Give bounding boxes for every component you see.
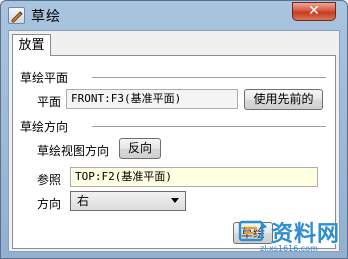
close-icon[interactable]: ✕ bbox=[308, 3, 320, 19]
sketch-orientation-divider bbox=[92, 126, 326, 127]
close-button[interactable]: ✕ bbox=[292, 2, 336, 21]
watermark-logo bbox=[238, 220, 267, 242]
orientation-label: 方向 bbox=[37, 197, 62, 211]
sketch-view-direction-label: 草绘视图方向 bbox=[37, 144, 110, 158]
watermark: 资料网 zl.xs1616.com bbox=[236, 214, 348, 259]
plane-label: 平面 bbox=[37, 95, 62, 109]
sketch-orientation-heading: 草绘方向 bbox=[20, 120, 69, 134]
tab-placement[interactable]: 放置 bbox=[12, 34, 51, 56]
orientation-dropdown[interactable]: 右 bbox=[70, 191, 186, 211]
sketch-app-icon bbox=[8, 7, 25, 24]
plane-reference-field[interactable]: FRONT:F3(基准平面) bbox=[66, 89, 238, 109]
reference-label: 参照 bbox=[37, 173, 62, 187]
sketch-plane-divider bbox=[92, 77, 326, 78]
use-previous-button[interactable]: 使用先前的 bbox=[244, 89, 323, 110]
chevron-down-icon bbox=[171, 198, 179, 203]
watermark-url: zl.xs1616.com bbox=[260, 244, 318, 253]
sketch-plane-heading: 草绘平面 bbox=[20, 71, 69, 85]
orientation-selected-value: 右 bbox=[77, 194, 90, 208]
reference-field[interactable]: TOP:F2(基准平面) bbox=[70, 167, 318, 187]
window-title: 草绘 bbox=[31, 9, 61, 25]
flip-direction-button[interactable]: 反向 bbox=[119, 138, 161, 159]
title-bar[interactable]: 草绘 ✕ bbox=[1, 1, 347, 29]
